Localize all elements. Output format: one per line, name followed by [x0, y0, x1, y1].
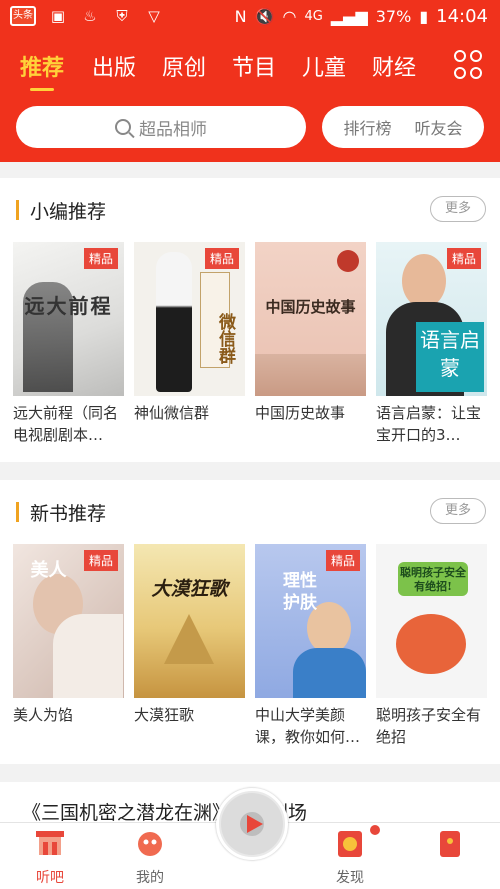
section-title: 小编推荐 — [30, 201, 107, 223]
now-playing-disc[interactable] — [216, 788, 288, 860]
tab-publishing[interactable]: 出版 — [92, 50, 136, 82]
book-title: 聪明孩子安全有绝招 — [376, 706, 482, 746]
tab-recommend[interactable]: 推荐 — [20, 50, 64, 82]
book-cover: 远大前程 精品 — [13, 242, 124, 396]
network-type: 4G — [304, 9, 323, 24]
book-cover: 语言启蒙 精品 — [376, 242, 487, 396]
category-tabs: 推荐 出版 原创 节目 儿童 财经 — [0, 44, 500, 92]
premium-badge: 精品 — [325, 550, 360, 571]
battery-percent: 37% — [375, 7, 412, 26]
category-grid-icon[interactable] — [454, 50, 484, 80]
book-cover: 微信群 精品 — [134, 242, 245, 396]
ranking-link[interactable]: 排行榜 — [343, 115, 391, 139]
book-card[interactable]: 中国历史故事 中国历史故事 — [255, 242, 366, 446]
tab-programs[interactable]: 节目 — [232, 50, 276, 82]
pavilion-icon — [36, 831, 64, 855]
listener-club-link[interactable]: 听友会 — [414, 115, 462, 139]
shrimp-mascot-icon — [138, 832, 162, 856]
tab-original[interactable]: 原创 — [162, 50, 206, 82]
shield-check-icon: ⛨ — [116, 7, 128, 25]
book-card[interactable]: 聪明孩子安全有绝招! 聪明孩子安全有绝招 — [376, 544, 487, 748]
wifi-icon: ◠ — [282, 7, 297, 26]
section-accent-bar — [16, 200, 19, 220]
editor-picks-section: 小编推荐 更多 远大前程 精品 远大前程（同名电视剧剧本… 微信群 精品 神仙微… — [0, 178, 500, 462]
search-placeholder: 超品相师 — [139, 119, 207, 140]
book-title: 大漠狂歌 — [134, 706, 195, 724]
more-button[interactable]: 更多 — [430, 498, 486, 524]
book-card[interactable]: 大漠狂歌 大漠狂歌 — [134, 544, 245, 748]
search-icon — [115, 119, 131, 135]
quick-links: 排行榜 听友会 — [322, 106, 484, 148]
book-title: 远大前程（同名电视剧剧本… — [13, 404, 119, 444]
section-accent-bar — [16, 502, 19, 522]
book-title: 中国历史故事 — [255, 404, 346, 422]
book-cover: 中国历史故事 — [255, 242, 366, 396]
nav-label: 听吧 — [36, 870, 64, 886]
accessibility-icon: ♨ — [83, 7, 97, 25]
premium-badge: 精品 — [83, 550, 118, 571]
new-books-section: 新书推荐 更多 美人 精品 美人为馅 大漠狂歌 大漠狂歌 理性护肤 精品 中山大… — [0, 480, 500, 764]
nav-mine[interactable]: 我的 — [100, 823, 200, 889]
signal-icon: ▂▄▆ — [330, 7, 368, 26]
book-card[interactable]: 理性护肤 精品 中山大学美颜课，教你如何… — [255, 544, 366, 748]
book-card[interactable]: 美人 精品 美人为馅 — [13, 544, 124, 748]
tab-children[interactable]: 儿童 — [302, 50, 346, 82]
book-card[interactable]: 远大前程 精品 远大前程（同名电视剧剧本… — [13, 242, 124, 446]
nav-listen[interactable]: 听吧 — [0, 823, 100, 889]
image-icon: ▣ — [50, 7, 66, 25]
more-button[interactable]: 更多 — [430, 196, 486, 222]
tab-finance[interactable]: 财经 — [372, 50, 416, 82]
nav-message[interactable] — [400, 823, 500, 889]
vee-shield-icon: ▽ — [148, 7, 160, 25]
book-cover: 聪明孩子安全有绝招! — [376, 544, 487, 698]
book-title: 中山大学美颜课，教你如何… — [255, 706, 361, 746]
book-card[interactable]: 语言启蒙 精品 语言启蒙：让宝宝开口的3… — [376, 242, 487, 446]
nav-label: 我的 — [136, 870, 164, 886]
play-icon — [221, 793, 283, 855]
red-packet-icon — [440, 831, 460, 857]
nav-discover[interactable]: 发现 — [300, 823, 400, 889]
active-tab-indicator — [30, 88, 54, 91]
nfc-icon: N — [234, 7, 247, 26]
mute-icon: 🔇 — [254, 7, 275, 26]
search-input[interactable]: 超品相师 — [16, 106, 306, 148]
toutiao-app-icon: 头条 — [10, 6, 36, 26]
app-header: 头条 ▣ ♨ ⛨ ▽ N 🔇 ◠ 4G ▂▄▆ 37% ▮ 14:04 推荐 出… — [0, 0, 500, 162]
book-card[interactable]: 微信群 精品 神仙微信群 — [134, 242, 245, 446]
book-title: 美人为馅 — [13, 706, 74, 724]
gift-envelope-icon — [338, 831, 362, 857]
premium-badge: 精品 — [446, 248, 481, 269]
notification-dot — [370, 825, 380, 835]
book-cover: 美人 精品 — [13, 544, 124, 698]
status-bar: 头条 ▣ ♨ ⛨ ▽ N 🔇 ◠ 4G ▂▄▆ 37% ▮ 14:04 — [0, 0, 500, 36]
premium-badge: 精品 — [204, 248, 239, 269]
premium-badge: 精品 — [83, 248, 118, 269]
nav-label: 发现 — [336, 870, 364, 886]
book-title: 神仙微信群 — [134, 404, 210, 422]
section-title: 新书推荐 — [30, 503, 107, 525]
book-cover: 理性护肤 精品 — [255, 544, 366, 698]
book-cover: 大漠狂歌 — [134, 544, 245, 698]
book-title: 语言启蒙：让宝宝开口的3… — [376, 404, 482, 444]
clock: 14:04 — [436, 6, 488, 27]
battery-icon: ▮ — [419, 7, 429, 26]
